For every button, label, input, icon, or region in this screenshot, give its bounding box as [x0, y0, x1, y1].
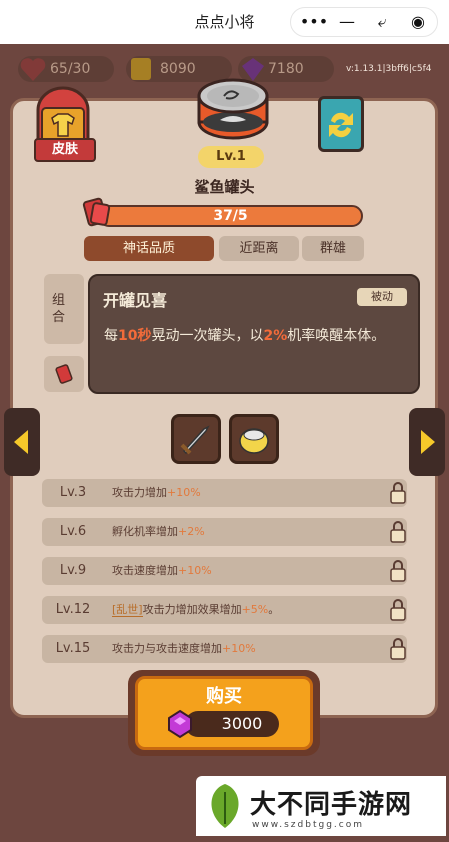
more-icon[interactable]: •••: [299, 8, 329, 36]
bonus-text: 孵化机率增加: [112, 525, 178, 538]
rarity-tag: 神话品质: [84, 236, 214, 261]
card-fragment-icon: [55, 364, 73, 384]
level-number: Lv.15: [55, 641, 91, 656]
lock-icon: [390, 521, 406, 543]
level-bonus: 攻击力与攻击速度增加+10%: [112, 635, 256, 663]
desc-text: 晃动一次罐头，以: [151, 328, 264, 344]
bonus-value: +10%: [222, 642, 256, 655]
level-number: Lv.12: [55, 602, 91, 617]
shark-can-icon: [197, 78, 269, 140]
bonus-value: +5%: [241, 603, 269, 616]
buy-label[interactable]: 购买: [135, 682, 313, 708]
next-item-button[interactable]: [409, 408, 445, 476]
level-badge: Lv.1: [198, 146, 264, 168]
level-number: Lv.9: [59, 563, 87, 578]
skill-description: 每10秒晃动一次罐头，以2%机率唤醒本体。: [104, 324, 404, 348]
heart-icon: [20, 58, 46, 81]
bonus-text: 攻击力与攻击速度增加: [112, 642, 222, 655]
bonus-text: 攻击力增加效果增加: [142, 603, 242, 616]
level-bonus: 攻击力增加+10%: [112, 479, 201, 507]
bonus-end: 。: [268, 603, 280, 616]
sword-icon: [180, 425, 210, 455]
card-fragment-icon: [82, 197, 111, 227]
item-name: 鲨鱼罐头: [194, 178, 255, 196]
watermark-text: 大不同手游网: [250, 790, 413, 820]
range-tag: 近距离: [219, 236, 299, 261]
swap-icon: [329, 112, 353, 138]
close-icon[interactable]: ◉: [405, 8, 431, 36]
bonus-text: 攻击力增加: [112, 486, 167, 499]
level-number: Lv.6: [59, 524, 87, 539]
watermark-logo-icon: [211, 784, 239, 828]
swap-button[interactable]: [318, 96, 364, 152]
desc-text: 每: [104, 328, 118, 344]
share-icon[interactable]: ⤶: [369, 8, 395, 36]
skill-title: 开罐见喜: [103, 291, 168, 310]
gems-value: 7180: [268, 61, 304, 77]
bonus-value: +10%: [167, 486, 201, 499]
gem-icon: [168, 709, 192, 739]
can-shake-icon: [239, 428, 269, 454]
version-label: v:1.13.1|3bff6|c5f4: [346, 64, 432, 74]
skill-slot-1[interactable]: [171, 414, 221, 464]
passive-badge: 被动: [357, 288, 407, 306]
faction-link[interactable]: [乱世]: [112, 603, 143, 617]
lock-icon: [390, 638, 406, 660]
coins-value: 8090: [160, 61, 196, 77]
coin-icon: [131, 58, 151, 80]
tab-combo-label: 组合: [52, 293, 66, 325]
lock-icon: [390, 482, 406, 504]
bonus-text: 攻击速度增加: [112, 564, 178, 577]
faction-tag: 群雄: [302, 236, 364, 261]
level-bonus: 孵化机率增加+2%: [112, 518, 205, 546]
lock-icon: [390, 599, 406, 621]
minimize-icon[interactable]: —: [335, 8, 359, 36]
capsule-menu: ••• — ⤶ ◉: [290, 7, 438, 37]
level-bonus: 攻击速度增加+10%: [112, 557, 212, 585]
hearts-value: 65/30: [50, 61, 91, 77]
skill-slot-2[interactable]: [229, 414, 279, 464]
price-value: 3000: [221, 714, 263, 733]
watermark-url: www.szdbtgg.com: [252, 820, 364, 830]
skin-label[interactable]: 皮肤: [34, 138, 96, 162]
desc-highlight-interval: 10秒: [118, 328, 152, 344]
tab-fragments[interactable]: [44, 356, 84, 392]
bonus-value: +2%: [178, 525, 205, 538]
arrow-left-icon: [14, 430, 28, 454]
prev-item-button[interactable]: [4, 408, 40, 476]
level-bonus: [乱世]攻击力增加效果增加+5%。: [112, 596, 279, 624]
upgrade-progress-text: 37/5: [213, 208, 248, 224]
level-number: Lv.3: [59, 485, 87, 500]
desc-highlight-chance: 2%: [263, 328, 288, 344]
lock-icon: [390, 560, 406, 582]
arrow-right-icon: [421, 430, 435, 454]
desc-text: 机率唤醒本体。: [287, 328, 386, 344]
bonus-value: +10%: [178, 564, 212, 577]
